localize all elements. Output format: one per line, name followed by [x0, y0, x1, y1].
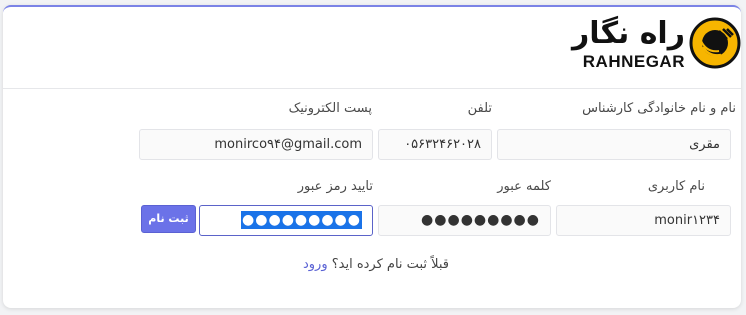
phone-field[interactable]: ۰۵۶۳۲۴۶۲۰۲۸ [378, 129, 492, 160]
password-confirm-selected-text: ●●●●●●●●● [241, 211, 362, 229]
login-prompt-text: قبلاً ثبت نام کرده اید؟ [331, 257, 450, 272]
tire-logo-icon [689, 17, 741, 69]
register-button[interactable]: ثبت نام [141, 205, 196, 233]
brand-name-en: RAHNEGAR [582, 52, 685, 71]
fullname-label: نام و نام خانوادگی کارشناس [582, 101, 736, 116]
brand-name-fa: راه نگار [572, 16, 685, 51]
password-confirm-label: تایید رمز عبور [297, 179, 373, 194]
password-confirm-field[interactable]: ●●●●●●●●● [199, 205, 373, 236]
email-label: پست الکترونیک [288, 101, 372, 116]
login-prompt: قبلاً ثبت نام کرده اید؟ ورود [3, 257, 746, 272]
username-field[interactable]: monir۱۲۳۴ [556, 205, 731, 236]
brand-logo-text: راه نگار RAHNEGAR [572, 15, 685, 71]
registration-card: راه نگار RAHNEGAR نام و نام خانوادگی کار… [3, 5, 741, 308]
password-label: کلمه عبور [497, 179, 551, 194]
username-label: نام کاربری [647, 179, 705, 194]
card-header: راه نگار RAHNEGAR [3, 7, 741, 89]
login-link[interactable]: ورود [303, 257, 328, 272]
password-field[interactable]: ●●●●●●●●● [378, 205, 551, 236]
fullname-field[interactable]: مقری [497, 129, 731, 160]
phone-label: تلفن [467, 101, 492, 116]
email-field[interactable]: monirco۹۴@gmail.com [139, 129, 373, 160]
